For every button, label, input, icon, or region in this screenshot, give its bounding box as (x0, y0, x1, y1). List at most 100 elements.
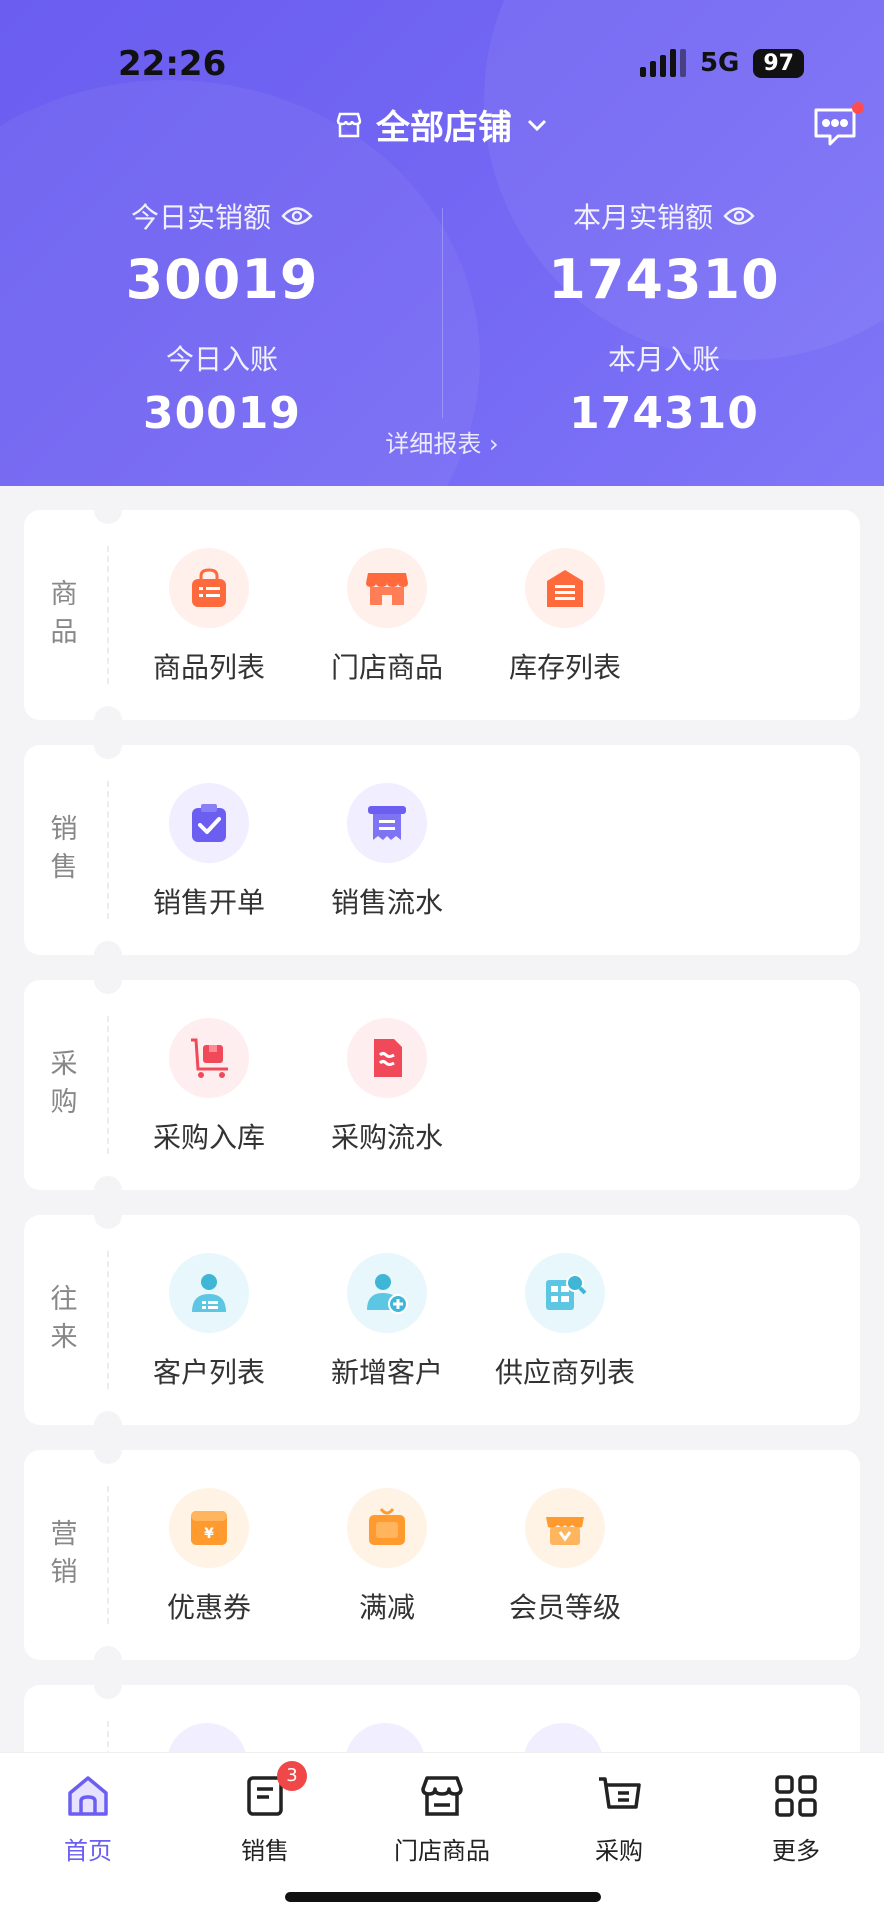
battery-indicator: 97 (753, 48, 804, 78)
section-marketing: 营销 ¥ 优惠券 满减 会员等级 (24, 1436, 860, 1674)
card-divider (107, 1016, 109, 1154)
shopping-bag-icon (169, 548, 249, 628)
card-notch (94, 966, 122, 994)
status-time: 22:26 (118, 44, 227, 84)
card-notch (94, 1436, 122, 1464)
warehouse-icon (525, 548, 605, 628)
sales-flow-button[interactable]: 销售流水 (297, 783, 477, 921)
add-customer-icon (347, 1253, 427, 1333)
nav-label: 首页 (64, 1837, 112, 1865)
store-icon (336, 112, 362, 137)
grid-icon (775, 1775, 817, 1817)
section-label: 采购 (50, 1049, 78, 1118)
member-level-icon (525, 1488, 605, 1568)
product-list-button[interactable]: 商品列表 (119, 548, 299, 686)
today-sales-label: 今日实销额 (130, 201, 271, 234)
coupon-icon: ¥ (169, 1488, 249, 1568)
eye-icon[interactable] (723, 205, 755, 227)
customer-icon (169, 1253, 249, 1333)
card-notch (94, 1411, 122, 1439)
sales-order-button[interactable]: 销售开单 (119, 783, 299, 921)
card-notch (94, 1176, 122, 1204)
add-customer-button[interactable]: 新增客户 (297, 1253, 477, 1391)
section-label: 往来 (50, 1284, 78, 1353)
card-notch (94, 1646, 122, 1674)
month-income-label: 本月入账 (607, 343, 720, 376)
detail-report-link[interactable]: 详细报表 › (0, 424, 884, 459)
purchase-flow-button[interactable]: 采购流水 (297, 1018, 477, 1156)
item-label: 优惠券 (166, 1591, 251, 1624)
item-label: 销售流水 (330, 886, 443, 919)
item-label: 供应商列表 (494, 1356, 635, 1389)
unread-dot (852, 102, 864, 114)
today-sales-value: 30019 (125, 248, 319, 311)
item-label: 客户列表 (152, 1356, 265, 1389)
month-sales-stat: 本月实销额 174310 (484, 196, 844, 311)
today-sales-stat: 今日实销额 30019 (42, 196, 402, 311)
card-divider (107, 1486, 109, 1624)
customer-list-button[interactable]: 客户列表 (119, 1253, 299, 1391)
network-type: 5G (699, 48, 740, 78)
inventory-list-button[interactable]: 库存列表 (475, 548, 655, 686)
home-indicator (285, 1892, 601, 1902)
eye-icon[interactable] (281, 205, 313, 227)
item-label: 采购入库 (152, 1121, 265, 1154)
signal-icon (639, 49, 686, 77)
card-notch (94, 941, 122, 969)
svg-text:¥: ¥ (204, 1526, 214, 1542)
store-products-button[interactable]: 门店商品 (297, 548, 477, 686)
discount-icon (347, 1488, 427, 1568)
section-label: 销售 (50, 814, 78, 883)
discount-button[interactable]: 满减 (297, 1488, 477, 1626)
card-notch (94, 731, 122, 759)
status-indicators: 5G 97 (639, 48, 804, 78)
item-label: 采购流水 (330, 1121, 443, 1154)
nav-store-products[interactable]: 门店商品 (372, 1773, 512, 1866)
store-selector-label: 全部店铺 (376, 108, 512, 148)
section-contacts: 往来 客户列表 新增客户 供应商列表 (24, 1201, 860, 1439)
chat-bubble-icon (814, 108, 856, 146)
section-label: 营销 (50, 1519, 78, 1588)
cart-box-icon (169, 1018, 249, 1098)
item-label: 满减 (358, 1591, 415, 1624)
clipboard-check-icon (169, 783, 249, 863)
item-label: 库存列表 (508, 651, 621, 684)
receipt-icon (347, 783, 427, 863)
message-button[interactable] (812, 102, 864, 148)
supplier-search-icon (525, 1253, 605, 1333)
item-label: 商品列表 (152, 651, 265, 684)
section-purchase: 采购 采购入库 采购流水 (24, 966, 860, 1204)
purchase-inbound-button[interactable]: 采购入库 (119, 1018, 299, 1156)
store-selector[interactable]: 全部店铺 (0, 100, 884, 149)
header: 22:26 5G 97 全部店铺 今日实销额 30019 本月实销额 17431… (0, 0, 884, 486)
nav-label: 采购 (595, 1837, 643, 1865)
nav-more[interactable]: 更多 (726, 1773, 866, 1866)
item-label: 会员等级 (508, 1591, 621, 1624)
sales-badge: 3 (277, 1761, 307, 1791)
cart-icon (599, 1777, 641, 1809)
section-label: 商品 (50, 579, 78, 648)
card-notch (94, 1201, 122, 1229)
chevron-down-icon (527, 119, 547, 131)
coupon-button[interactable]: ¥ 优惠券 (119, 1488, 299, 1626)
nav-home[interactable]: 首页 (18, 1773, 158, 1866)
card-notch (94, 706, 122, 734)
stats-divider (442, 208, 443, 418)
member-level-button[interactable]: 会员等级 (475, 1488, 655, 1626)
nav-purchase[interactable]: 采购 (549, 1773, 689, 1866)
card-notch (94, 1671, 122, 1699)
item-label: 门店商品 (330, 651, 443, 684)
today-income-label: 今日入账 (165, 343, 278, 376)
store-icon (421, 1776, 463, 1816)
nav-label: 更多 (772, 1837, 820, 1865)
storefront-icon (347, 548, 427, 628)
month-sales-label: 本月实销额 (572, 201, 713, 234)
nav-sales[interactable]: 销售 3 (195, 1761, 335, 1866)
month-sales-value: 174310 (548, 248, 780, 311)
section-sales: 销售 销售开单 销售流水 (24, 731, 860, 969)
home-icon (68, 1776, 108, 1816)
item-label: 新增客户 (330, 1356, 443, 1389)
card-notch (94, 496, 122, 524)
supplier-list-button[interactable]: 供应商列表 (475, 1253, 655, 1391)
section-products: 商品 商品列表 门店商品 库存列表 (24, 496, 860, 734)
